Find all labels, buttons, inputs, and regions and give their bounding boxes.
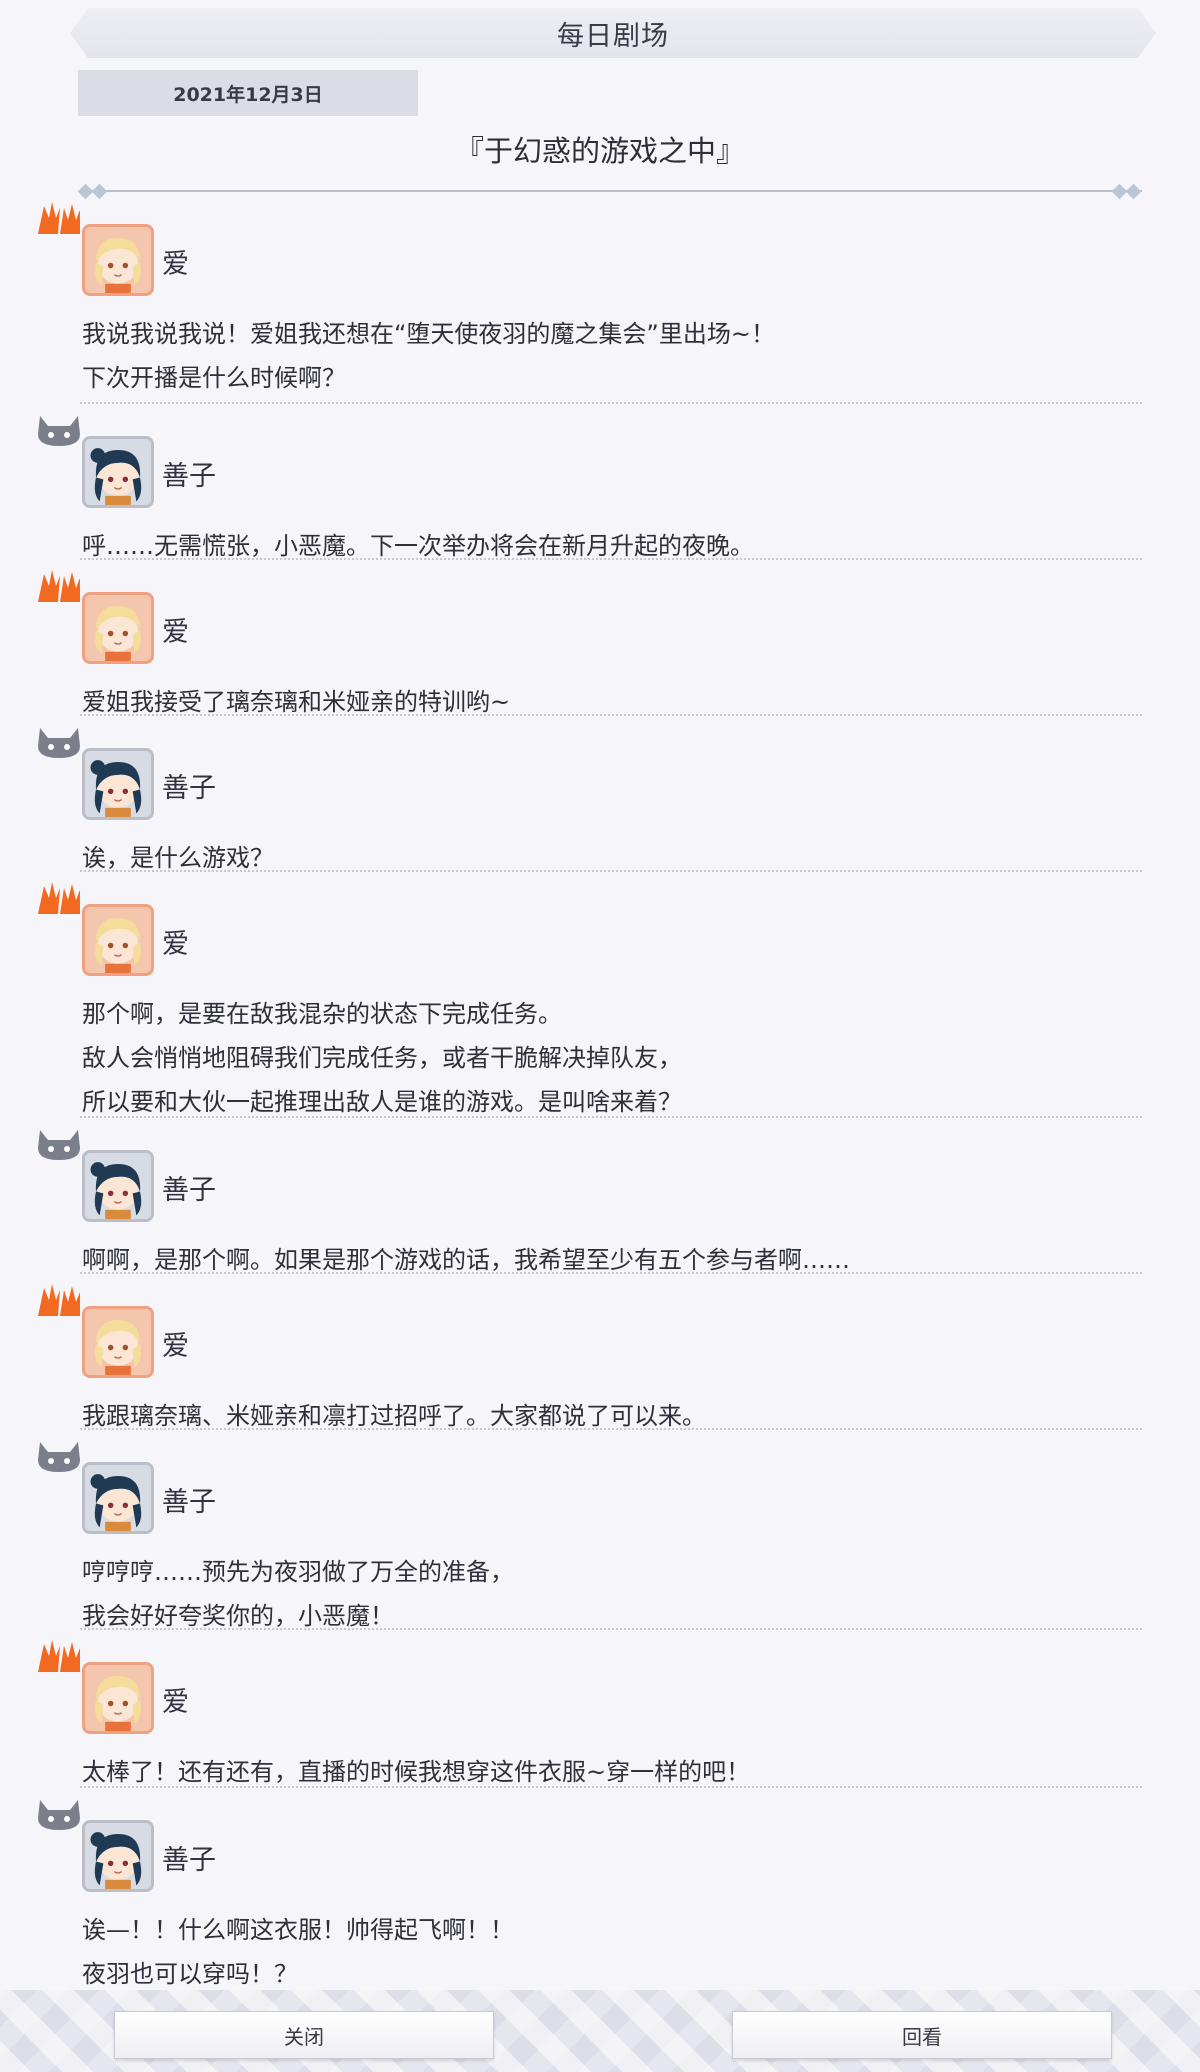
speaker-name: 善子 bbox=[162, 461, 216, 492]
speaker-name: 善子 bbox=[162, 1845, 216, 1876]
speaker-avatar bbox=[82, 1306, 154, 1378]
speaker-avatar bbox=[82, 904, 154, 976]
dialogue-line: 太棒了！还有还有，直播的时候我想穿这件衣服~穿一样的吧！ bbox=[82, 1758, 751, 1786]
ai-character-icon bbox=[34, 194, 84, 238]
speaker-avatar bbox=[82, 436, 154, 508]
speaker-name: 善子 bbox=[162, 773, 216, 804]
divider-ornament bbox=[1125, 183, 1142, 200]
dialogue-line: 诶，是什么游戏？ bbox=[82, 844, 274, 872]
dialogue-line: 我会好好夸奖你的，小恶魔！ bbox=[82, 1602, 394, 1630]
speaker-avatar bbox=[82, 1662, 154, 1734]
speaker-name: 爱 bbox=[162, 1687, 189, 1718]
speaker-avatar bbox=[82, 748, 154, 820]
speaker-name: 爱 bbox=[162, 1331, 189, 1362]
entry-separator bbox=[80, 558, 1142, 560]
speaker-avatar bbox=[82, 592, 154, 664]
speaker-name: 爱 bbox=[162, 617, 189, 648]
dialogue-line: 下次开播是什么时候啊？ bbox=[82, 364, 346, 392]
yoshiko-character-icon bbox=[34, 1120, 84, 1164]
yoshiko-character-icon bbox=[34, 1432, 84, 1476]
replay-button[interactable]: 回看 bbox=[732, 2011, 1112, 2059]
speaker-avatar bbox=[82, 1820, 154, 1892]
entry-separator bbox=[80, 402, 1142, 404]
entry-separator bbox=[80, 1116, 1142, 1118]
entry-separator bbox=[80, 1272, 1142, 1274]
dialogue-line: 哼哼哼……预先为夜羽做了万全的准备， bbox=[82, 1558, 514, 1586]
speaker-name: 善子 bbox=[162, 1175, 216, 1206]
close-button[interactable]: 关闭 bbox=[114, 2011, 494, 2059]
date-label: 2021年12月3日 bbox=[78, 70, 418, 116]
yoshiko-character-icon bbox=[34, 1790, 84, 1834]
speaker-name: 爱 bbox=[162, 249, 189, 280]
header-bar: 每日剧场 bbox=[70, 8, 1156, 58]
entry-separator bbox=[80, 1628, 1142, 1630]
episode-title: 『于幻惑的游戏之中』 bbox=[454, 134, 745, 168]
dialogue-line: 我跟璃奈璃、米娅亲和凛打过招呼了。大家都说了可以来。 bbox=[82, 1402, 706, 1430]
title-divider bbox=[80, 190, 1142, 192]
ai-character-icon bbox=[34, 1632, 84, 1676]
entry-separator bbox=[80, 714, 1142, 716]
header-title: 每日剧场 bbox=[557, 20, 669, 52]
entry-separator bbox=[80, 1428, 1142, 1430]
dialogue-line: 敌人会悄悄地阻碍我们完成任务，或者干脆解决掉队友， bbox=[82, 1044, 682, 1072]
dialogue-line: 我说我说我说！爱姐我还想在“堕天使夜羽的魔之集会”里出场~！ bbox=[82, 320, 775, 348]
speaker-avatar bbox=[82, 224, 154, 296]
ai-character-icon bbox=[34, 874, 84, 918]
dialogue-line: 那个啊，是要在敌我混杂的状态下完成任务。 bbox=[82, 1000, 562, 1028]
divider-ornament bbox=[91, 183, 108, 200]
yoshiko-character-icon bbox=[34, 406, 84, 450]
dialogue-line: 诶—！！什么啊这衣服！帅得起飞啊！！ bbox=[82, 1916, 514, 1944]
dialogue-line: 啊啊，是那个啊。如果是那个游戏的话，我希望至少有五个参与者啊…… bbox=[82, 1246, 850, 1274]
speaker-avatar bbox=[82, 1150, 154, 1222]
dialogue-line: 夜羽也可以穿吗！？ bbox=[82, 1960, 298, 1988]
entry-separator bbox=[80, 870, 1142, 872]
dialogue-line: 所以要和大伙一起推理出敌人是谁的游戏。是叫啥来着？ bbox=[82, 1088, 682, 1116]
dialogue-line: 呼……无需慌张，小恶魔。下一次举办将会在新月升起的夜晚。 bbox=[82, 532, 754, 560]
speaker-name: 爱 bbox=[162, 929, 189, 960]
yoshiko-character-icon bbox=[34, 718, 84, 762]
speaker-avatar bbox=[82, 1462, 154, 1534]
entry-separator bbox=[80, 1786, 1142, 1788]
speaker-name: 善子 bbox=[162, 1487, 216, 1518]
dialogue-line: 爱姐我接受了璃奈璃和米娅亲的特训哟~ bbox=[82, 688, 511, 716]
ai-character-icon bbox=[34, 1276, 84, 1320]
ai-character-icon bbox=[34, 562, 84, 606]
